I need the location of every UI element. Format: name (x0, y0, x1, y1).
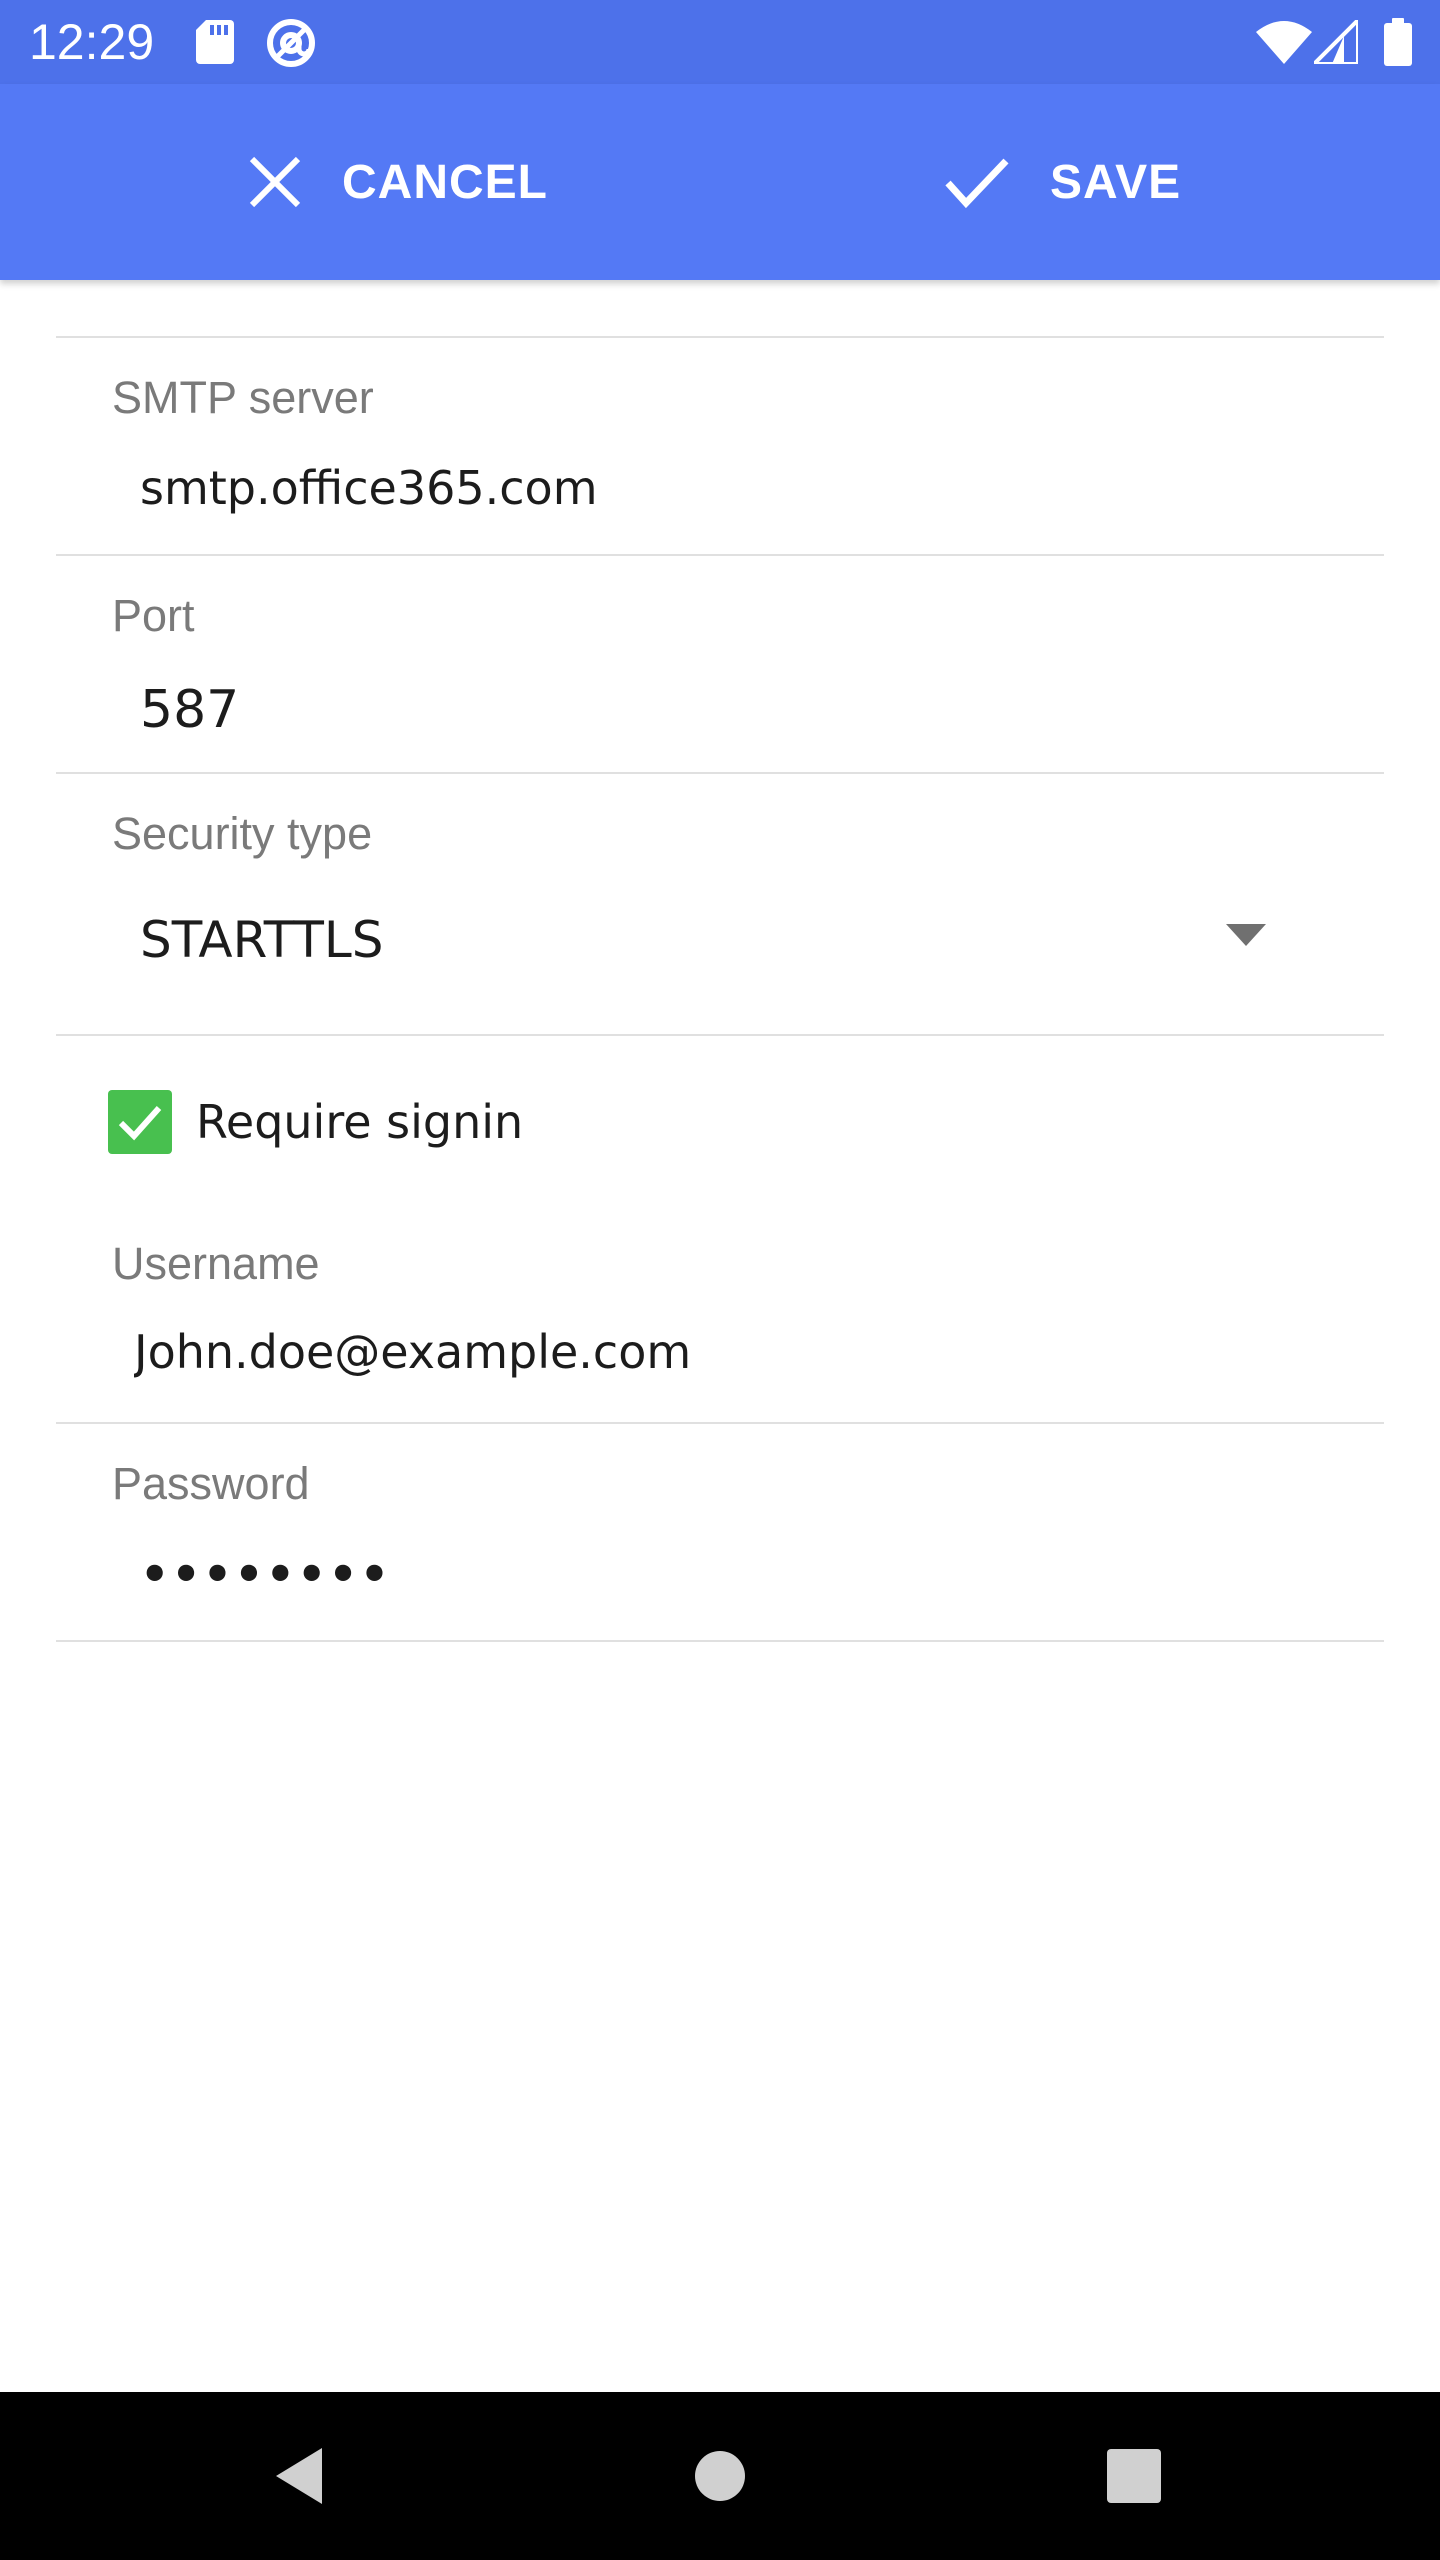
username-input[interactable] (134, 1322, 1314, 1382)
save-button[interactable]: SAVE (944, 84, 1181, 280)
port-input[interactable] (140, 680, 1320, 740)
sd-card-icon (196, 20, 234, 69)
username-label: Username (112, 1238, 320, 1289)
at-sign-icon (266, 18, 316, 73)
back-button[interactable] (220, 2392, 380, 2560)
password-input[interactable] (140, 1544, 1320, 1604)
home-button[interactable] (640, 2392, 800, 2560)
smtp-server-label: SMTP server (112, 372, 374, 423)
check-icon (945, 158, 1009, 209)
security-type-label: Security type (112, 808, 373, 859)
recents-icon (1107, 2449, 1161, 2503)
back-icon (276, 2448, 322, 2504)
security-type-dropdown[interactable]: STARTTLS (56, 880, 1384, 1000)
security-type-value: STARTTLS (140, 911, 384, 969)
checkbox-checked-icon (108, 1090, 172, 1154)
save-label: SAVE (1050, 155, 1182, 209)
password-label: Password (112, 1458, 310, 1509)
wifi-icon (1256, 20, 1312, 69)
status-bar: 12:29 (0, 0, 1440, 84)
divider (56, 1422, 1384, 1424)
close-icon (249, 156, 301, 208)
screen: 12:29 CANCEL SAVE SMTP server smtp.offic… (0, 0, 1440, 2560)
divider (56, 1640, 1384, 1642)
require-signin-label: Require signin (196, 1095, 524, 1149)
divider (56, 1034, 1384, 1036)
cancel-label: CANCEL (342, 155, 548, 209)
home-icon (695, 2451, 745, 2501)
port-label: Port (112, 590, 195, 641)
battery-icon (1384, 18, 1412, 71)
divider (56, 772, 1384, 774)
divider (56, 336, 1384, 338)
chevron-down-icon (1226, 924, 1266, 951)
nav-bar (0, 2392, 1440, 2560)
status-time: 12:29 (29, 14, 155, 70)
action-bar: CANCEL SAVE (0, 84, 1440, 280)
signal-icon (1309, 15, 1360, 69)
recents-button[interactable] (1054, 2392, 1214, 2560)
cancel-button[interactable]: CANCEL (248, 84, 548, 280)
require-signin-checkbox[interactable]: Require signin (108, 1088, 523, 1156)
smtp-server-input[interactable] (140, 458, 1320, 518)
divider (56, 554, 1384, 556)
